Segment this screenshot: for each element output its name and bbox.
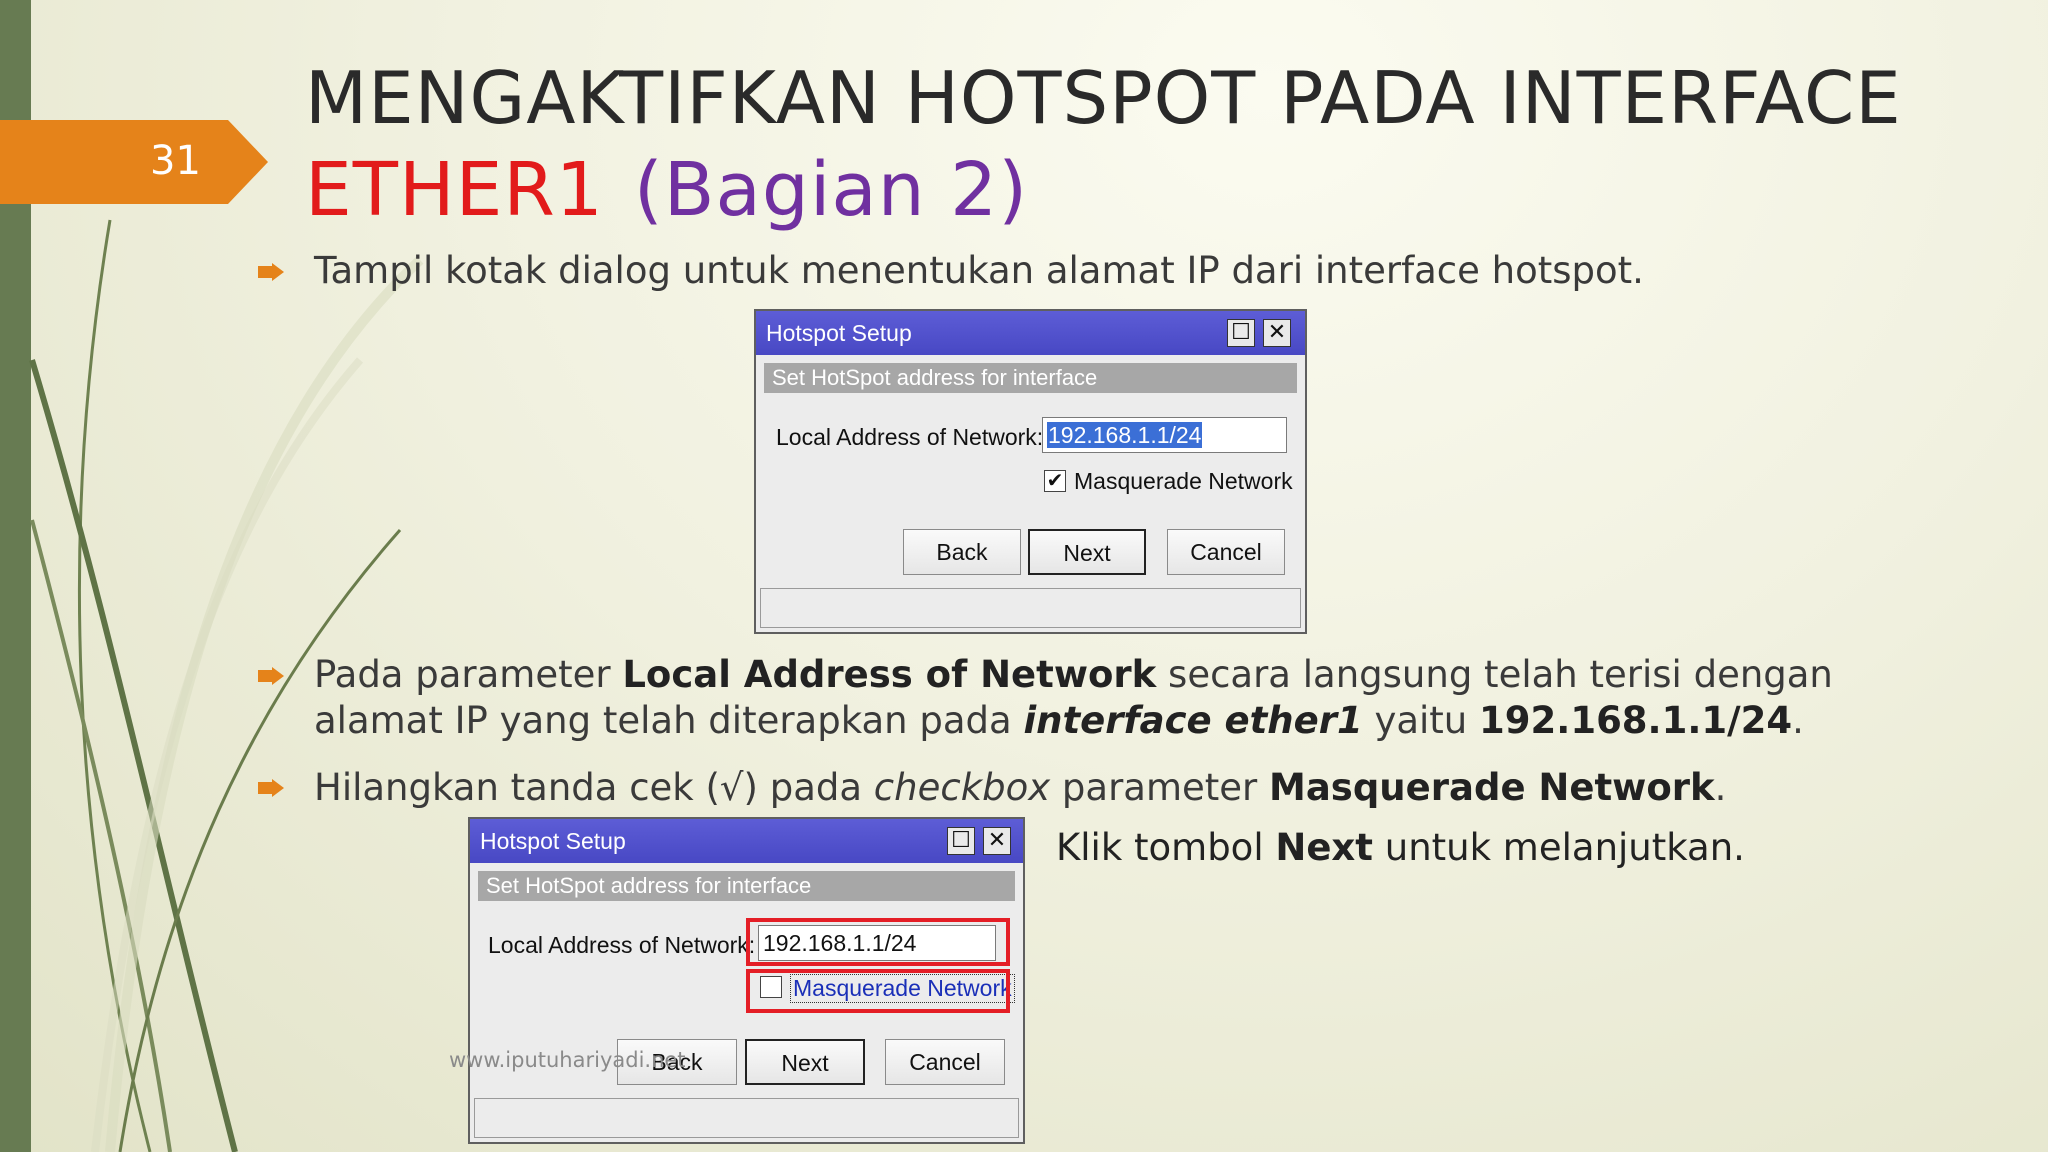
bullet-arrow-icon xyxy=(258,263,284,281)
next-button[interactable]: Next xyxy=(1028,529,1146,575)
local-address-label: Local Address of Network: xyxy=(776,424,1044,450)
local-address-value: 192.168.1.1/24 xyxy=(1047,422,1203,448)
masquerade-label: Masquerade Network xyxy=(1074,468,1293,494)
bullet-arrow-icon xyxy=(258,779,284,797)
close-icon[interactable]: ✕ xyxy=(1263,319,1291,347)
bullet-arrow-icon xyxy=(258,667,284,685)
masquerade-checkbox[interactable]: ✔ xyxy=(1044,470,1066,492)
next-instruction: Klik tombol Next untuk melanjutkan. xyxy=(1056,826,1745,869)
dialog-subheader: Set HotSpot address for interface xyxy=(764,363,1297,393)
local-address-input[interactable]: 192.168.1.1/24 xyxy=(1042,417,1287,453)
title-bagian: (Bagian 2) xyxy=(633,147,1029,233)
maximize-icon[interactable]: ☐ xyxy=(1227,319,1255,347)
back-button[interactable]: Back xyxy=(903,529,1021,575)
dialog-subheader: Set HotSpot address for interface xyxy=(478,871,1015,901)
dialog-statusbar xyxy=(474,1098,1019,1138)
dialog-statusbar xyxy=(760,588,1301,628)
local-address-label: Local Address of Network: xyxy=(488,932,756,958)
bullet-text-1: Tampil kotak dialog untuk menentukan ala… xyxy=(314,249,1644,292)
slide-title-line2: ETHER1 (Bagian 2) xyxy=(305,142,1028,238)
highlight-box-masquerade xyxy=(746,969,1010,1013)
cancel-button[interactable]: Cancel xyxy=(1167,529,1285,575)
close-icon[interactable]: ✕ xyxy=(983,827,1011,855)
bullet-text-2: Pada parameter Local Address of Network … xyxy=(314,653,1833,696)
slide-title-line1: MENGAKTIFKAN HOTSPOT PADA INTERFACE xyxy=(305,56,1902,140)
slide-number-tab xyxy=(0,120,268,204)
dialog-title: Hotspot Setup xyxy=(480,828,626,854)
highlight-box-address xyxy=(746,918,1010,966)
maximize-icon[interactable]: ☐ xyxy=(947,827,975,855)
bullet-text-3: Hilangkan tanda cek (√) pada checkbox pa… xyxy=(314,766,1727,809)
slide-number: 31 xyxy=(150,138,201,184)
hotspot-setup-dialog: Hotspot Setup ☐ ✕ Set HotSpot address fo… xyxy=(754,309,1307,634)
footer-url: www.iputuhariyadi.net xyxy=(449,1048,686,1072)
dialog-titlebar: Hotspot Setup xyxy=(470,819,1023,863)
hotspot-setup-dialog-2: Hotspot Setup ☐ ✕ Set HotSpot address fo… xyxy=(468,817,1025,1144)
title-ether1: ETHER1 xyxy=(305,147,604,233)
cancel-button[interactable]: Cancel xyxy=(885,1039,1005,1085)
bullet-text-2-cont: alamat IP yang telah diterapkan pada int… xyxy=(314,699,1804,742)
next-button[interactable]: Next xyxy=(745,1039,865,1085)
dialog-titlebar: Hotspot Setup xyxy=(756,311,1305,355)
dialog-title: Hotspot Setup xyxy=(766,320,912,346)
